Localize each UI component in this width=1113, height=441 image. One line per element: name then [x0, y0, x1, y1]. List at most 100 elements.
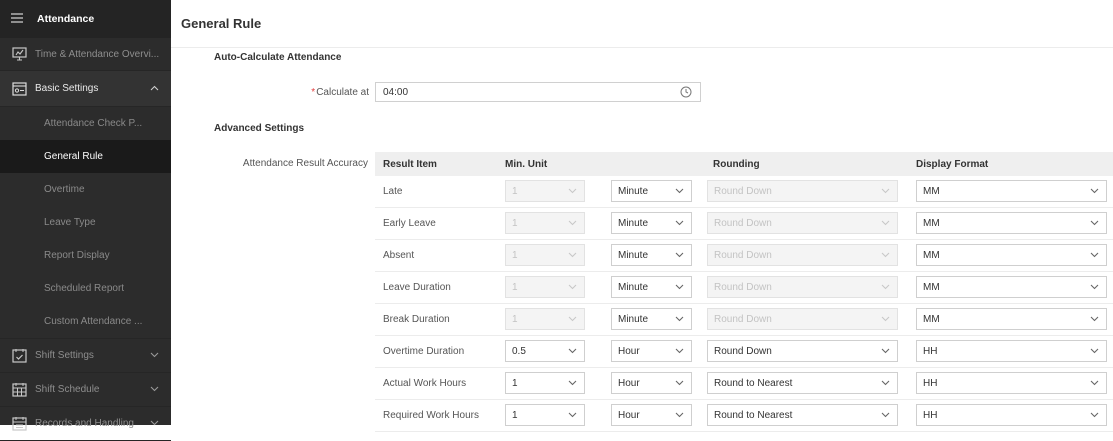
sidebar-item-shift-settings[interactable]: Shift Settings: [0, 338, 171, 373]
rounding-select[interactable]: Round to Nearest: [707, 404, 898, 426]
min-unit-type-select[interactable]: Minute: [611, 180, 692, 202]
display-format-select[interactable]: HH: [916, 404, 1107, 426]
display-format-value: MM: [923, 281, 940, 293]
sidebar-item-records[interactable]: Records and Handling: [0, 407, 171, 441]
min-unit-type-select[interactable]: Hour: [611, 340, 692, 362]
min-unit-value-select[interactable]: 1: [505, 372, 585, 394]
min-unit-type-select[interactable]: Hour: [611, 372, 692, 394]
header-rounding: Rounding: [713, 158, 760, 170]
sidebar-title: Attendance: [37, 13, 95, 25]
sidebar-item-label: Records and Handling: [35, 418, 134, 429]
chevron-down-icon: [881, 378, 890, 389]
display-format-select[interactable]: MM: [916, 212, 1107, 234]
rounding-value: Round Down: [714, 281, 772, 293]
table-row: Late 1 Minute Round Down MM: [375, 176, 1113, 208]
chevron-down-icon: [675, 250, 684, 261]
sidebar-item-label: Basic Settings: [35, 83, 99, 94]
display-format-select[interactable]: MM: [916, 308, 1107, 330]
rounding-select: Round Down: [707, 212, 898, 234]
display-format-value: MM: [923, 217, 940, 229]
chevron-down-icon: [675, 346, 684, 357]
chevron-down-icon: [1090, 346, 1099, 357]
display-format-select[interactable]: MM: [916, 276, 1107, 298]
presentation-icon: [11, 46, 27, 62]
sidebar-subitem-leave-type[interactable]: Leave Type: [0, 206, 171, 239]
calculate-time-input[interactable]: 04:00: [375, 82, 701, 102]
display-format-value: HH: [923, 409, 938, 421]
min-unit-type-select[interactable]: Hour: [611, 404, 692, 426]
chevron-down-icon: [881, 282, 890, 293]
rounding-select[interactable]: Round to Nearest: [707, 372, 898, 394]
rounding-value: Round to Nearest: [714, 377, 793, 389]
calculate-at-label: *Calculate at: [311, 87, 369, 98]
sidebar-item-shift-schedule[interactable]: Shift Schedule: [0, 373, 171, 407]
min-unit-type: Minute: [618, 313, 649, 325]
chevron-down-icon: [675, 218, 684, 229]
sidebar-item-basic-settings[interactable]: Basic Settings: [0, 71, 171, 107]
sidebar-subitem-custom-attendance[interactable]: Custom Attendance ...: [0, 305, 171, 338]
result-item-name: Leave Duration: [383, 282, 451, 293]
calculate-time-value: 04:00: [383, 86, 409, 98]
min-unit-type-select[interactable]: Minute: [611, 308, 692, 330]
chevron-down-icon: [675, 282, 684, 293]
chevron-down-icon: [568, 282, 577, 293]
sidebar-header[interactable]: Attendance: [0, 0, 171, 38]
chevron-down-icon: [150, 418, 159, 429]
sidebar-item-label: Shift Settings: [35, 350, 94, 361]
result-item-name: Late: [383, 186, 403, 197]
min-unit-type-select[interactable]: Minute: [611, 244, 692, 266]
attendance-result-accuracy-label: Attendance Result Accuracy: [242, 158, 368, 169]
sidebar-subitem-attendance-check[interactable]: Attendance Check P...: [0, 107, 171, 140]
sidebar: Attendance Time & Attendance Overvi... B…: [0, 0, 171, 441]
min-unit-type-select[interactable]: Minute: [611, 212, 692, 234]
result-item-name: Required Work Hours: [383, 410, 479, 421]
display-format-value: MM: [923, 185, 940, 197]
min-unit-value: 1: [512, 377, 518, 389]
chevron-down-icon: [1090, 378, 1099, 389]
table-header: Result Item Min. Unit Rounding Display F…: [375, 152, 1113, 176]
sidebar-subitem-general-rule[interactable]: General Rule: [0, 140, 171, 173]
min-unit-value: 1: [512, 249, 518, 261]
sidebar-subitem-scheduled-report[interactable]: Scheduled Report: [0, 272, 171, 305]
min-unit-value-select: 1: [505, 212, 585, 234]
min-unit-value-select[interactable]: 1: [505, 404, 585, 426]
sidebar-item-label: Shift Schedule: [35, 384, 100, 395]
chevron-down-icon: [568, 346, 577, 357]
required-mark: *: [311, 87, 316, 98]
display-format-select[interactable]: HH: [916, 340, 1107, 362]
sidebar-item-overview[interactable]: Time & Attendance Overvi...: [0, 38, 171, 71]
min-unit-value-select: 1: [505, 276, 585, 298]
min-unit-value-select[interactable]: 0.5: [505, 340, 585, 362]
chevron-down-icon: [1090, 186, 1099, 197]
display-format-select[interactable]: MM: [916, 244, 1107, 266]
table-row: Break Duration 1 Minute Round Down MM: [375, 304, 1113, 336]
calendar-list-icon: [11, 416, 27, 432]
calendar-check-icon: [11, 348, 27, 364]
chevron-down-icon: [1090, 282, 1099, 293]
result-item-name: Early Leave: [383, 218, 436, 229]
sidebar-subitem-report-display[interactable]: Report Display: [0, 239, 171, 272]
sidebar-subitem-overtime[interactable]: Overtime: [0, 173, 171, 206]
result-item-name: Overtime Duration: [383, 346, 465, 357]
chevron-up-icon: [150, 83, 159, 94]
chevron-down-icon: [1090, 250, 1099, 261]
min-unit-value: 0.5: [512, 345, 526, 357]
min-unit-value: 1: [512, 185, 518, 197]
table-row: Leave Duration 1 Minute Round Down MM: [375, 272, 1113, 304]
rounding-select[interactable]: Round Down: [707, 340, 898, 362]
min-unit-value-select: 1: [505, 180, 585, 202]
min-unit-type-select[interactable]: Minute: [611, 276, 692, 298]
main-content: General Rule Auto-Calculate Attendance *…: [171, 0, 1113, 432]
accuracy-table: Result Item Min. Unit Rounding Display F…: [375, 152, 1113, 432]
page-title: General Rule: [171, 0, 1113, 48]
display-format-value: HH: [923, 345, 938, 357]
header-result-item: Result Item: [383, 158, 437, 170]
display-format-select[interactable]: MM: [916, 180, 1107, 202]
clock-icon[interactable]: [680, 86, 692, 101]
header-display-format: Display Format: [916, 158, 989, 170]
chevron-down-icon: [675, 378, 684, 389]
menu-icon[interactable]: [11, 12, 25, 26]
display-format-select[interactable]: HH: [916, 372, 1107, 394]
min-unit-type: Hour: [618, 345, 640, 357]
chevron-down-icon: [568, 410, 577, 421]
